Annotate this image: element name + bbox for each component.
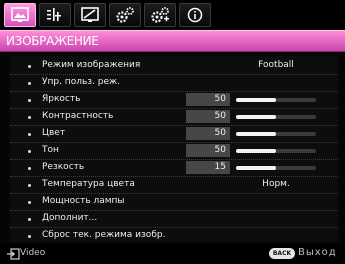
- section-title: ИЗОБРАЖЕНИЕ: [6, 34, 99, 48]
- bullet: [28, 167, 31, 170]
- sharpness-value: 15: [186, 161, 230, 174]
- bullet: [28, 201, 31, 204]
- bullet: [28, 116, 31, 119]
- menu-item-label: Яркость: [42, 94, 81, 104]
- bullet: [28, 99, 31, 102]
- menu-item-tint[interactable]: Тон 50: [10, 143, 338, 160]
- menu-item-lamp-power[interactable]: Мощность лампы: [10, 194, 338, 211]
- tab-bar: [0, 0, 345, 29]
- tint-value: 50: [186, 144, 230, 157]
- tab-information[interactable]: [179, 3, 211, 27]
- contrast-value: 50: [186, 110, 230, 123]
- system-settings-icon: [116, 7, 134, 23]
- brightness-slider[interactable]: [236, 98, 316, 102]
- menu-item-label: Резкость: [42, 162, 85, 172]
- tab-display[interactable]: [74, 3, 106, 27]
- bullet: [28, 65, 31, 68]
- slider-fill: [236, 98, 276, 102]
- menu-item-contrast[interactable]: Контрастность 50: [10, 109, 338, 126]
- footer-bar: Video BACK Выход: [0, 244, 345, 264]
- menu-item-user-mode-management[interactable]: Упр. польз. реж.: [10, 75, 338, 92]
- input-source-icon: [7, 248, 20, 260]
- bullet: [28, 235, 31, 238]
- bullet: [28, 150, 31, 153]
- back-key-badge[interactable]: BACK: [269, 248, 295, 259]
- tab-audio[interactable]: [39, 3, 71, 27]
- menu-item-label: Контрастность: [42, 111, 114, 121]
- tab-picture[interactable]: [4, 3, 36, 27]
- tab-system[interactable]: [109, 3, 141, 27]
- menu-item-label: Упр. польз. реж.: [42, 77, 120, 87]
- bullet: [28, 133, 31, 136]
- menu-item-label: Сброс тек. режима изобр.: [42, 230, 166, 240]
- contrast-slider[interactable]: [236, 115, 316, 119]
- information-icon: [187, 7, 203, 23]
- picture-mode-value: Football: [258, 60, 294, 70]
- menu-item-reset-picture-mode[interactable]: Сброс тек. режима изобр.: [10, 228, 338, 245]
- menu-item-color-temperature[interactable]: Температура цвета Норм.: [10, 177, 338, 194]
- bullet: [28, 218, 31, 221]
- tab-advanced[interactable]: [144, 3, 176, 27]
- menu-item-brightness[interactable]: Яркость 50: [10, 92, 338, 109]
- menu-item-label: Тон: [42, 145, 59, 155]
- color-temperature-value: Норм.: [262, 179, 290, 189]
- menu-item-color[interactable]: Цвет 50: [10, 126, 338, 143]
- menu-item-label: Цвет: [42, 128, 66, 138]
- slider-fill: [236, 132, 276, 136]
- tint-slider[interactable]: [236, 149, 316, 153]
- picture-icon: [11, 7, 29, 22]
- exit-label: Выход: [298, 247, 337, 258]
- advanced-settings-icon: [151, 7, 169, 23]
- display-settings-icon: [81, 7, 99, 22]
- menu-item-label: Температура цвета: [42, 179, 135, 189]
- menu-item-advanced[interactable]: Дополнит...: [10, 211, 338, 228]
- color-slider[interactable]: [236, 132, 316, 136]
- menu-item-label: Дополнит...: [42, 213, 98, 223]
- slider-fill: [236, 115, 276, 119]
- slider-fill: [236, 166, 276, 170]
- color-value: 50: [186, 127, 230, 140]
- bullet: [28, 82, 31, 85]
- menu-item-label: Режим изображения: [42, 60, 141, 70]
- section-title-bar: ИЗОБРАЖЕНИЕ: [0, 30, 345, 52]
- bullet: [28, 184, 31, 187]
- menu-item-sharpness[interactable]: Резкость 15: [10, 160, 338, 177]
- sharpness-slider[interactable]: [236, 166, 316, 170]
- settings-list: Режим изображения Football Упр. польз. р…: [10, 56, 338, 245]
- brightness-value: 50: [186, 93, 230, 106]
- input-source-label: Video: [20, 248, 46, 258]
- projector-osd-menu: ИЗОБРАЖЕНИЕ Режим изображения Football У…: [0, 0, 345, 264]
- slider-fill: [236, 149, 276, 153]
- audio-settings-icon: [47, 8, 61, 21]
- menu-item-label: Мощность лампы: [42, 196, 125, 206]
- menu-item-picture-mode[interactable]: Режим изображения Football: [10, 58, 338, 75]
